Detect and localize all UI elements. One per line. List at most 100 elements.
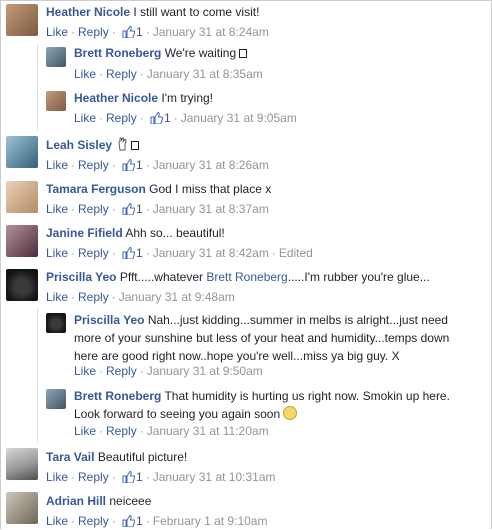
comment-text: I'm trying! [161,91,214,105]
comment-text: Beautiful picture! [97,450,188,464]
comment-body: Adrian Hill neiceee [46,493,151,509]
like-button[interactable]: Like [46,158,68,172]
comment-actions: Like · Reply · 1 · January 31 at 8:37am [46,202,269,216]
comment-body: Leah Sisley [46,137,140,153]
like-button[interactable]: Like [74,111,96,125]
comment-actions: Like · Reply · January 31 at 11:20am [74,424,269,438]
like-count-icon [122,247,136,259]
like-button[interactable]: Like [46,290,68,304]
commenter-name[interactable]: Tara Vail [46,450,94,464]
avatar[interactable] [6,4,38,36]
reply-button[interactable]: Reply [78,470,109,484]
mention-link[interactable]: Brett Roneberg [206,270,287,284]
like-count[interactable]: 1 [136,25,143,39]
comment-body: Janine Fifield Ahh so... beautiful! [46,225,225,241]
emoji-placeholder [131,141,140,150]
comment-body: Tamara Ferguson God I miss that place x [46,181,271,197]
timestamp[interactable]: January 31 at 8:35am [147,67,263,81]
comment-actions: Like · Reply · January 31 at 8:35am [74,67,263,81]
comment-actions: Like · Reply · 1 · January 31 at 8:26am [46,158,269,172]
comment-body: Priscilla Yeo Pfft.....whatever Brett Ro… [46,269,430,285]
comment-text: neiceee [109,494,152,508]
edited-label[interactable]: Edited [279,246,313,260]
commenter-name[interactable]: Heather Nicole [74,91,158,105]
like-button[interactable]: Like [46,202,68,216]
like-count-icon [122,471,136,483]
like-count[interactable]: 1 [136,246,143,260]
avatar[interactable] [6,136,38,168]
reply-button[interactable]: Reply [78,290,109,304]
commenter-name[interactable]: Brett Roneberg [74,46,161,60]
like-count-icon [122,159,136,171]
comment-actions: Like · Reply · 1 · January 31 at 9:05am [74,111,297,125]
smiley-emoji-icon [283,406,298,420]
reply-button[interactable]: Reply [78,158,109,172]
avatar[interactable] [46,47,66,67]
avatar[interactable] [6,448,38,480]
like-count[interactable]: 1 [136,470,143,484]
comment-body: Brett Roneberg We're waiting [74,45,248,61]
avatar[interactable] [6,492,38,524]
comment-text: God I miss that place x [149,182,272,196]
timestamp[interactable]: January 31 at 9:48am [119,290,235,304]
emoji-placeholder [239,49,248,58]
like-count[interactable]: 1 [136,514,143,528]
avatar[interactable] [6,181,38,213]
comment-actions: Like · Reply · 1 · February 1 at 9:10am [46,514,268,528]
commenter-name[interactable]: Priscilla Yeo [46,270,117,284]
comment-text: Ahh so... beautiful! [125,226,225,240]
like-button[interactable]: Like [46,470,68,484]
avatar[interactable] [6,225,38,257]
like-count-icon [150,112,164,124]
avatar[interactable] [6,269,38,301]
comment-text: Pfft.....whatever [119,270,203,284]
reply-button[interactable]: Reply [106,424,137,438]
comment-actions: Like · Reply · January 31 at 9:50am [74,364,263,378]
like-count[interactable]: 1 [164,111,171,125]
comment-text: .....I'm rubber you're glue... [287,270,430,284]
like-count-icon [122,515,136,527]
timestamp[interactable]: February 1 at 9:10am [153,514,268,528]
avatar[interactable] [46,91,66,111]
like-button[interactable]: Like [46,246,68,260]
avatar[interactable] [46,389,66,409]
commenter-name[interactable]: Brett Roneberg [74,389,161,403]
reply-button[interactable]: Reply [78,202,109,216]
like-count[interactable]: 1 [136,202,143,216]
reply-button[interactable]: Reply [106,67,137,81]
timestamp[interactable]: January 31 at 8:26am [153,158,269,172]
comment-text: We're waiting [164,46,237,60]
timestamp[interactable]: January 31 at 8:37am [153,202,269,216]
like-button[interactable]: Like [74,364,96,378]
commenter-name[interactable]: Priscilla Yeo [74,313,145,327]
commenter-name[interactable]: Heather Nicole [46,5,130,19]
like-button[interactable]: Like [46,25,68,39]
timestamp[interactable]: January 31 at 8:42am [153,246,269,260]
comment-body: Tara Vail Beautiful picture! [46,449,187,465]
timestamp[interactable]: January 31 at 9:50am [147,364,263,378]
like-count-icon [122,26,136,38]
comment-actions: Like · Reply · 1 · January 31 at 10:31am [46,470,276,484]
comment-actions: Like · Reply · 1 · January 31 at 8:24am [46,25,269,39]
like-button[interactable]: Like [74,67,96,81]
commenter-name[interactable]: Adrian Hill [46,494,106,508]
commenter-name[interactable]: Leah Sisley [46,138,112,152]
reply-button[interactable]: Reply [106,111,137,125]
comment-body: Brett Roneberg That humidity is hurting … [74,387,474,423]
timestamp[interactable]: January 31 at 11:20am [147,424,269,438]
like-button[interactable]: Like [74,424,96,438]
like-button[interactable]: Like [46,514,68,528]
reply-button[interactable]: Reply [78,514,109,528]
comment-actions: Like · Reply · 1 · January 31 at 8:42am · Edite… [46,246,313,260]
commenter-name[interactable]: Janine Fifield [46,226,123,240]
like-count[interactable]: 1 [136,158,143,172]
commenter-name[interactable]: Tamara Ferguson [46,182,146,196]
reply-button[interactable]: Reply [78,246,109,260]
timestamp[interactable]: January 31 at 10:31am [153,470,276,484]
timestamp[interactable]: January 31 at 9:05am [181,111,297,125]
reply-button[interactable]: Reply [78,25,109,39]
timestamp[interactable]: January 31 at 8:24am [153,25,269,39]
hand-icon [118,137,127,151]
avatar[interactable] [46,313,66,333]
reply-button[interactable]: Reply [106,364,137,378]
